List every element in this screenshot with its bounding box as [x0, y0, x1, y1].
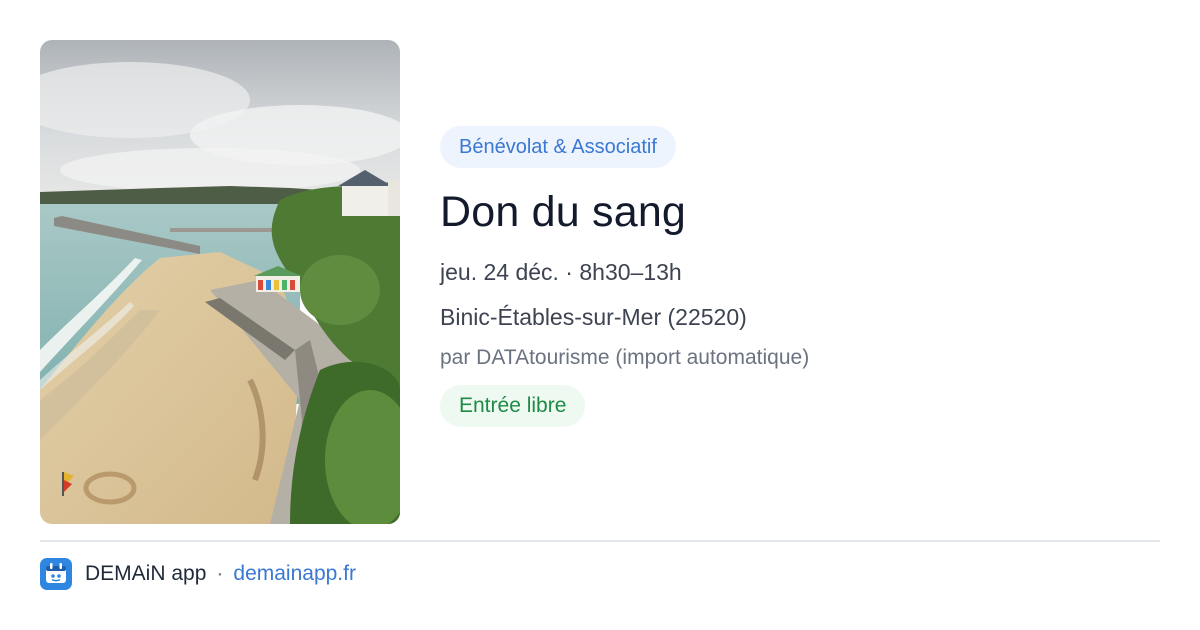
event-datetime: jeu. 24 déc. · 8h30–13h	[440, 259, 682, 285]
event-photo	[40, 40, 400, 524]
event-source: par DATAtourisme (import automatique)	[440, 346, 810, 369]
event-title: Don du sang	[440, 188, 687, 236]
footer-separator: ·	[216, 562, 224, 585]
footer: DEMAiN app · demainapp.fr	[40, 558, 356, 590]
app-website-link[interactable]: demainapp.fr	[233, 562, 356, 586]
event-location: Binic-Étables-sur-Mer (22520)	[440, 304, 747, 330]
demain-app-icon	[40, 558, 72, 590]
app-name: DEMAiN app	[85, 562, 207, 585]
footer-divider	[40, 540, 1160, 542]
event-info: Bénévolat & Associatif Don du sang jeu. …	[440, 126, 1160, 427]
category-badge[interactable]: Bénévolat & Associatif	[440, 126, 676, 168]
price-badge: Entrée libre	[440, 385, 586, 427]
